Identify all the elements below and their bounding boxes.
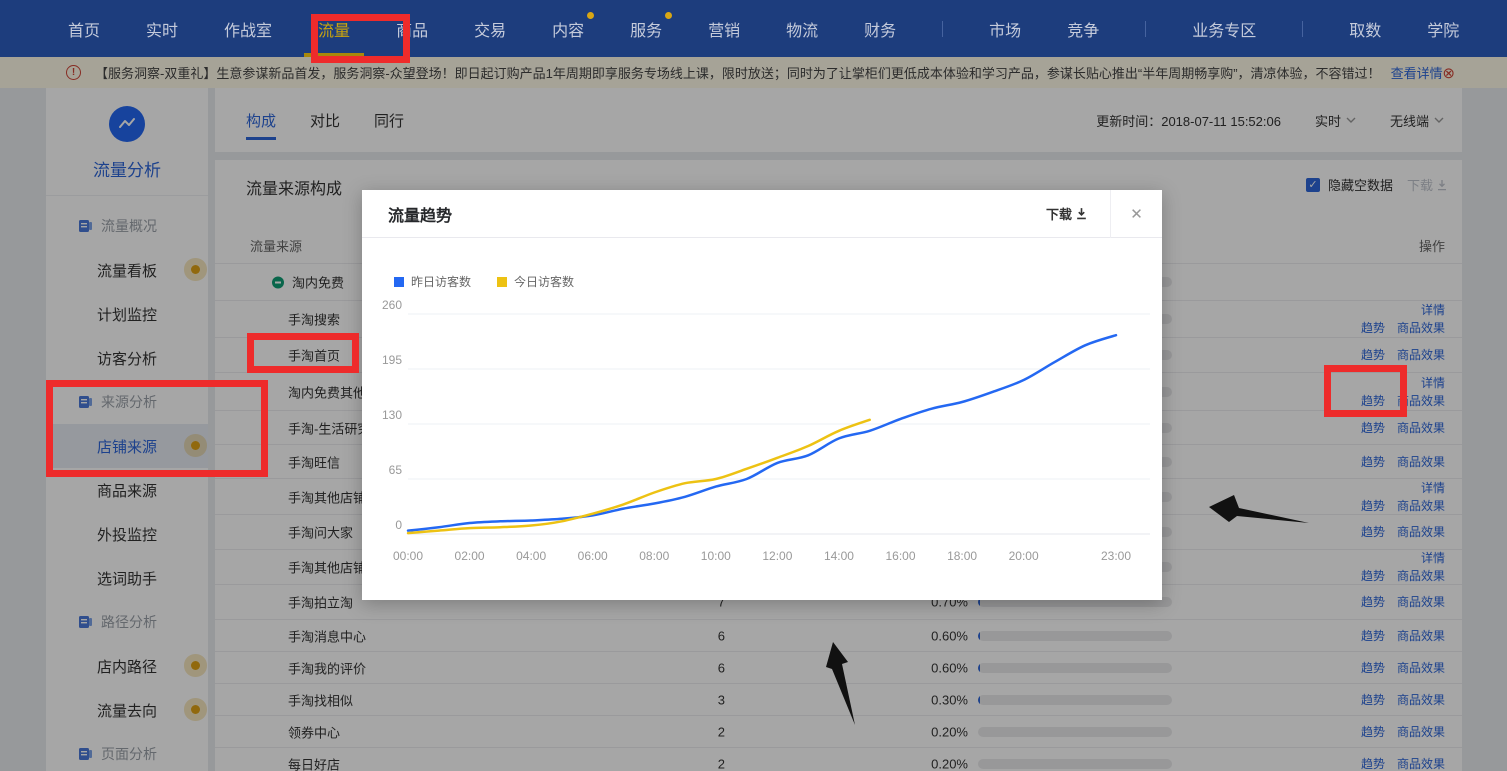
svg-text:16:00: 16:00 (886, 549, 916, 563)
svg-text:02:00: 02:00 (455, 549, 485, 563)
legend-item-今日访客数: 今日访客数 (497, 273, 574, 290)
series-昨日访客数 (408, 335, 1116, 530)
notification-dot (665, 12, 672, 19)
svg-text:260: 260 (382, 298, 402, 312)
svg-text:23:00: 23:00 (1101, 549, 1131, 563)
nav-item-财务[interactable]: 财务 (864, 0, 896, 57)
svg-text:14:00: 14:00 (824, 549, 854, 563)
nav-item-实时[interactable]: 实时 (146, 0, 178, 57)
nav-item-交易[interactable]: 交易 (474, 0, 506, 57)
nav-item-首页[interactable]: 首页 (68, 0, 100, 57)
modal-download-button[interactable]: 下载 (1046, 204, 1088, 223)
nav-item-学院[interactable]: 学院 (1427, 0, 1459, 57)
nav-item-内容[interactable]: 内容 (552, 0, 584, 57)
nav-item-流量[interactable]: 流量 (318, 0, 350, 57)
series-今日访客数 (408, 420, 870, 533)
svg-text:04:00: 04:00 (516, 549, 546, 563)
nav-divider (942, 21, 943, 37)
nav-item-商品[interactable]: 商品 (396, 0, 428, 57)
nav-divider (1145, 21, 1146, 37)
trend-line-chart: 0 65 130 195 260 00:00 02:00 04:00 06:00 08:00 10:… (362, 290, 1162, 590)
svg-text:130: 130 (382, 408, 402, 422)
traffic-trend-modal: 流量趋势 下载 ✕ 昨日访客数 今日访客数 0 65 130 195 260 00:00 02… (362, 190, 1162, 600)
svg-text:0: 0 (395, 518, 402, 532)
svg-text:65: 65 (389, 463, 403, 477)
svg-text:10:00: 10:00 (701, 549, 731, 563)
legend-swatch (497, 277, 507, 287)
nav-item-竞争[interactable]: 竞争 (1067, 0, 1099, 57)
nav-item-作战室[interactable]: 作战室 (224, 0, 272, 57)
nav-item-业务专区[interactable]: 业务专区 (1192, 0, 1256, 57)
chart-legend: 昨日访客数 今日访客数 (394, 273, 574, 290)
svg-text:08:00: 08:00 (639, 549, 669, 563)
svg-text:12:00: 12:00 (762, 549, 792, 563)
notification-dot (587, 12, 594, 19)
svg-text:18:00: 18:00 (947, 549, 977, 563)
svg-text:00:00: 00:00 (393, 549, 423, 563)
nav-divider (1302, 21, 1303, 37)
download-icon (1075, 207, 1088, 220)
legend-item-昨日访客数: 昨日访客数 (394, 273, 471, 290)
nav-item-营销[interactable]: 营销 (708, 0, 740, 57)
top-nav: 首页实时作战室流量商品交易内容服务营销物流财务 市场竞争 业务专区 取数学院 (0, 0, 1507, 57)
svg-text:06:00: 06:00 (578, 549, 608, 563)
nav-item-物流[interactable]: 物流 (786, 0, 818, 57)
modal-close-icon[interactable]: ✕ (1110, 190, 1162, 238)
svg-text:195: 195 (382, 353, 402, 367)
nav-item-取数[interactable]: 取数 (1349, 0, 1381, 57)
nav-item-市场[interactable]: 市场 (989, 0, 1021, 57)
legend-swatch (394, 277, 404, 287)
modal-title: 流量趋势 (388, 202, 452, 226)
nav-item-服务[interactable]: 服务 (630, 0, 662, 57)
svg-text:20:00: 20:00 (1009, 549, 1039, 563)
